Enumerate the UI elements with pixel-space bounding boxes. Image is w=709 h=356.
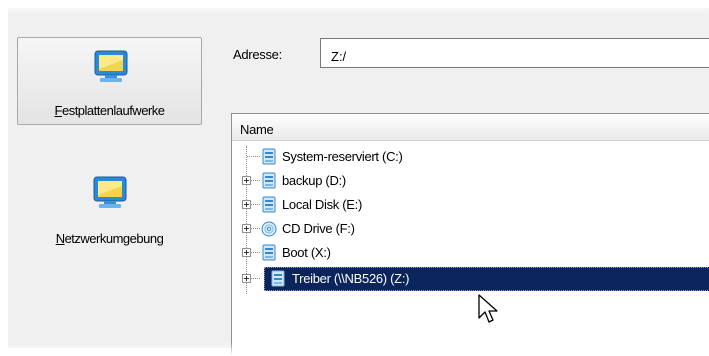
drive-tree-view[interactable]: Name System-reserviert (C:) backup (D:) <box>231 113 709 356</box>
expand-icon[interactable] <box>242 224 251 233</box>
mouse-cursor-icon <box>478 294 498 323</box>
tree-connector <box>251 252 260 253</box>
fade-top <box>0 0 709 14</box>
tree-connector <box>251 204 260 205</box>
drive-icon <box>262 244 276 261</box>
drive-icon <box>262 172 276 189</box>
tree-item-label: Boot (X:) <box>282 245 331 260</box>
expand-icon[interactable] <box>242 176 251 185</box>
nav-item-label: Netzwerkumgebung <box>55 231 164 246</box>
expand-icon[interactable] <box>242 274 251 283</box>
nav-item-festplattenlaufwerke[interactable]: Festplattenlaufwerke <box>17 37 202 125</box>
tree-item-label: Local Disk (E:) <box>282 197 363 212</box>
tree-item-backup[interactable]: backup (D:) <box>232 169 709 193</box>
nav-item-netzwerkumgebung[interactable]: Netzwerkumgebung <box>17 164 202 252</box>
nav-item-label: Festplattenlaufwerke <box>54 103 165 118</box>
expand-icon[interactable] <box>242 248 251 257</box>
tree-item-cd-drive[interactable]: CD Drive (F:) <box>232 217 709 241</box>
drive-icon <box>262 196 276 213</box>
computer-monitor-icon <box>93 176 127 208</box>
cd-drive-icon <box>261 221 277 237</box>
network-drive-icon <box>271 270 285 287</box>
tree-item-label: backup (D:) <box>282 173 346 188</box>
tree-connector <box>247 156 260 157</box>
address-input[interactable] <box>320 38 709 68</box>
address-label: Adresse: <box>233 47 282 62</box>
tree-connector <box>251 180 260 181</box>
column-header-name[interactable]: Name <box>232 114 709 141</box>
tree-connector <box>251 278 260 279</box>
tree-item-boot[interactable]: Boot (X:) <box>232 241 709 265</box>
tree-item-system-reserviert[interactable]: System-reserviert (C:) <box>232 145 709 169</box>
tree-item-treiber[interactable]: Treiber (\\NB526) (Z:) <box>232 267 709 291</box>
expand-icon[interactable] <box>242 200 251 209</box>
tree-item-label: Treiber (\\NB526) (Z:) <box>292 271 410 286</box>
tree-connector <box>251 228 260 229</box>
drive-icon <box>262 148 276 165</box>
tree-item-label: System-reserviert (C:) <box>282 149 403 164</box>
computer-monitor-icon <box>94 50 128 82</box>
tree-item-local-disk[interactable]: Local Disk (E:) <box>232 193 709 217</box>
tree-item-label: CD Drive (F:) <box>282 221 355 236</box>
fade-bottom <box>0 342 709 356</box>
